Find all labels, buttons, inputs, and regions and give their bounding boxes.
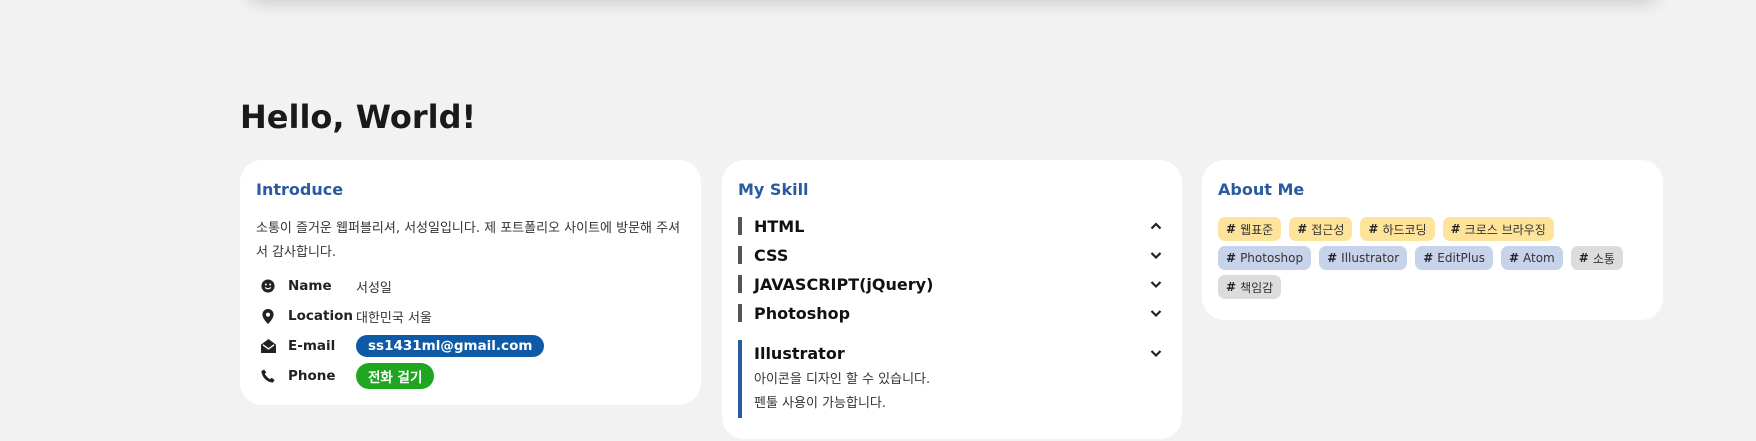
skill-title: My Skill [738,180,809,199]
chevron-down-icon [1150,350,1162,358]
tag-label: EditPlus [1437,251,1485,265]
hash-icon: # [1226,222,1237,236]
about-title: About Me [1218,180,1305,199]
chevron-down-icon [1150,252,1162,260]
info-value: 대한민국 서울 [356,310,432,326]
envelope-open-icon [260,338,276,354]
tag-label: 웹표준 [1240,222,1274,237]
hash-icon: # [1297,222,1308,236]
introduce-text: 소통이 즐거운 웹퍼블리셔, 서성일입니다. 제 포트폴리오 사이트에 방문해 … [256,221,681,260]
chevron-down-icon [1150,310,1162,318]
phone-icon [260,368,276,384]
tag-label: 책임감 [1240,280,1274,295]
chevron-up-icon [1150,222,1162,230]
info-label: Name [288,278,332,294]
tag-item[interactable]: # 책임감 [1218,275,1282,299]
skill-item-photoshop[interactable]: Photoshop [738,303,1166,323]
tag-label: 소통 [1592,251,1615,266]
tag-list: # 웹표준 # 접근성 # 하드코딩 # 크로스 브라우징 # Photoshop # Il… [1218,217,1647,299]
info-row-phone: Phone 전화 걸기 [256,361,685,391]
info-row-email: E-mail ss1431ml@gmail.com [256,331,685,361]
info-row-location: Location 대한민국 서울 [256,301,685,331]
tag-label: 크로스 브라우징 [1464,222,1546,237]
skill-description: 아이콘을 디자인 할 수 있습니다. 펜툴 사용이 가능합니다. [754,368,1166,416]
skill-desc-line: 펜툴 사용이 가능합니다. [754,396,886,411]
hash-icon: # [1578,251,1589,265]
hash-icon: # [1226,280,1237,294]
tag-item[interactable]: # EditPlus [1415,246,1493,270]
tag-item[interactable]: # Illustrator [1319,246,1408,270]
introduce-title: Introduce [256,180,344,199]
info-label: Location [288,308,353,324]
skill-name: Photoshop [754,303,851,323]
tag-item[interactable]: # 크로스 브라우징 [1442,217,1554,241]
tag-item[interactable]: # Atom [1500,246,1563,270]
tag-label: Photoshop [1240,251,1304,265]
tag-item[interactable]: # Photoshop [1218,246,1312,270]
hash-icon: # [1226,251,1237,265]
tag-item[interactable]: # 웹표준 [1218,217,1282,241]
skill-card: My Skill HTML CSS JAVASCRIPT(jQuery) Pho… [722,160,1182,439]
tag-item[interactable]: # 하드코딩 [1360,217,1435,241]
call-button[interactable]: 전화 걸기 [356,363,435,389]
smile-icon [260,278,276,294]
tag-label: 접근성 [1311,222,1345,237]
chevron-down-icon [1150,281,1162,289]
tag-label: Atom [1523,251,1555,265]
info-row-name: Name 서성일 [256,271,685,301]
skill-name: CSS [754,245,789,265]
page-title: Hello, World! [240,98,477,136]
hash-icon: # [1450,222,1461,236]
skill-name: JAVASCRIPT(jQuery) [754,274,934,294]
tag-label: Illustrator [1341,251,1400,265]
email-link[interactable]: ss1431ml@gmail.com [356,335,545,357]
location-pin-icon [260,308,276,324]
hash-icon: # [1327,251,1338,265]
skill-name: HTML [754,216,805,236]
tag-label: 하드코딩 [1382,222,1427,237]
tag-item[interactable]: # 접근성 [1289,217,1353,241]
introduce-card: Introduce 소통이 즐거운 웹퍼블리셔, 서성일입니다. 제 포트폴리오… [240,160,701,405]
info-label: Phone [288,368,336,384]
skill-name: Illustrator [754,343,845,363]
info-label: E-mail [288,338,336,354]
skill-item-javascript[interactable]: JAVASCRIPT(jQuery) [738,274,1166,294]
skill-item-css[interactable]: CSS [738,245,1166,265]
tag-item[interactable]: # 소통 [1570,246,1623,270]
info-value: 서성일 [356,280,392,296]
skill-item-illustrator[interactable]: Illustrator 아이콘을 디자인 할 수 있습니다. 펜툴 사용이 가능… [738,340,1166,418]
about-card: About Me # 웹표준 # 접근성 # 하드코딩 # 크로스 브라우징 # Phot… [1202,160,1663,320]
hash-icon: # [1423,251,1434,265]
skill-item-html[interactable]: HTML [738,216,1166,236]
hash-icon: # [1508,251,1520,265]
skill-desc-line: 아이콘을 디자인 할 수 있습니다. [754,372,931,387]
hash-icon: # [1368,222,1379,236]
